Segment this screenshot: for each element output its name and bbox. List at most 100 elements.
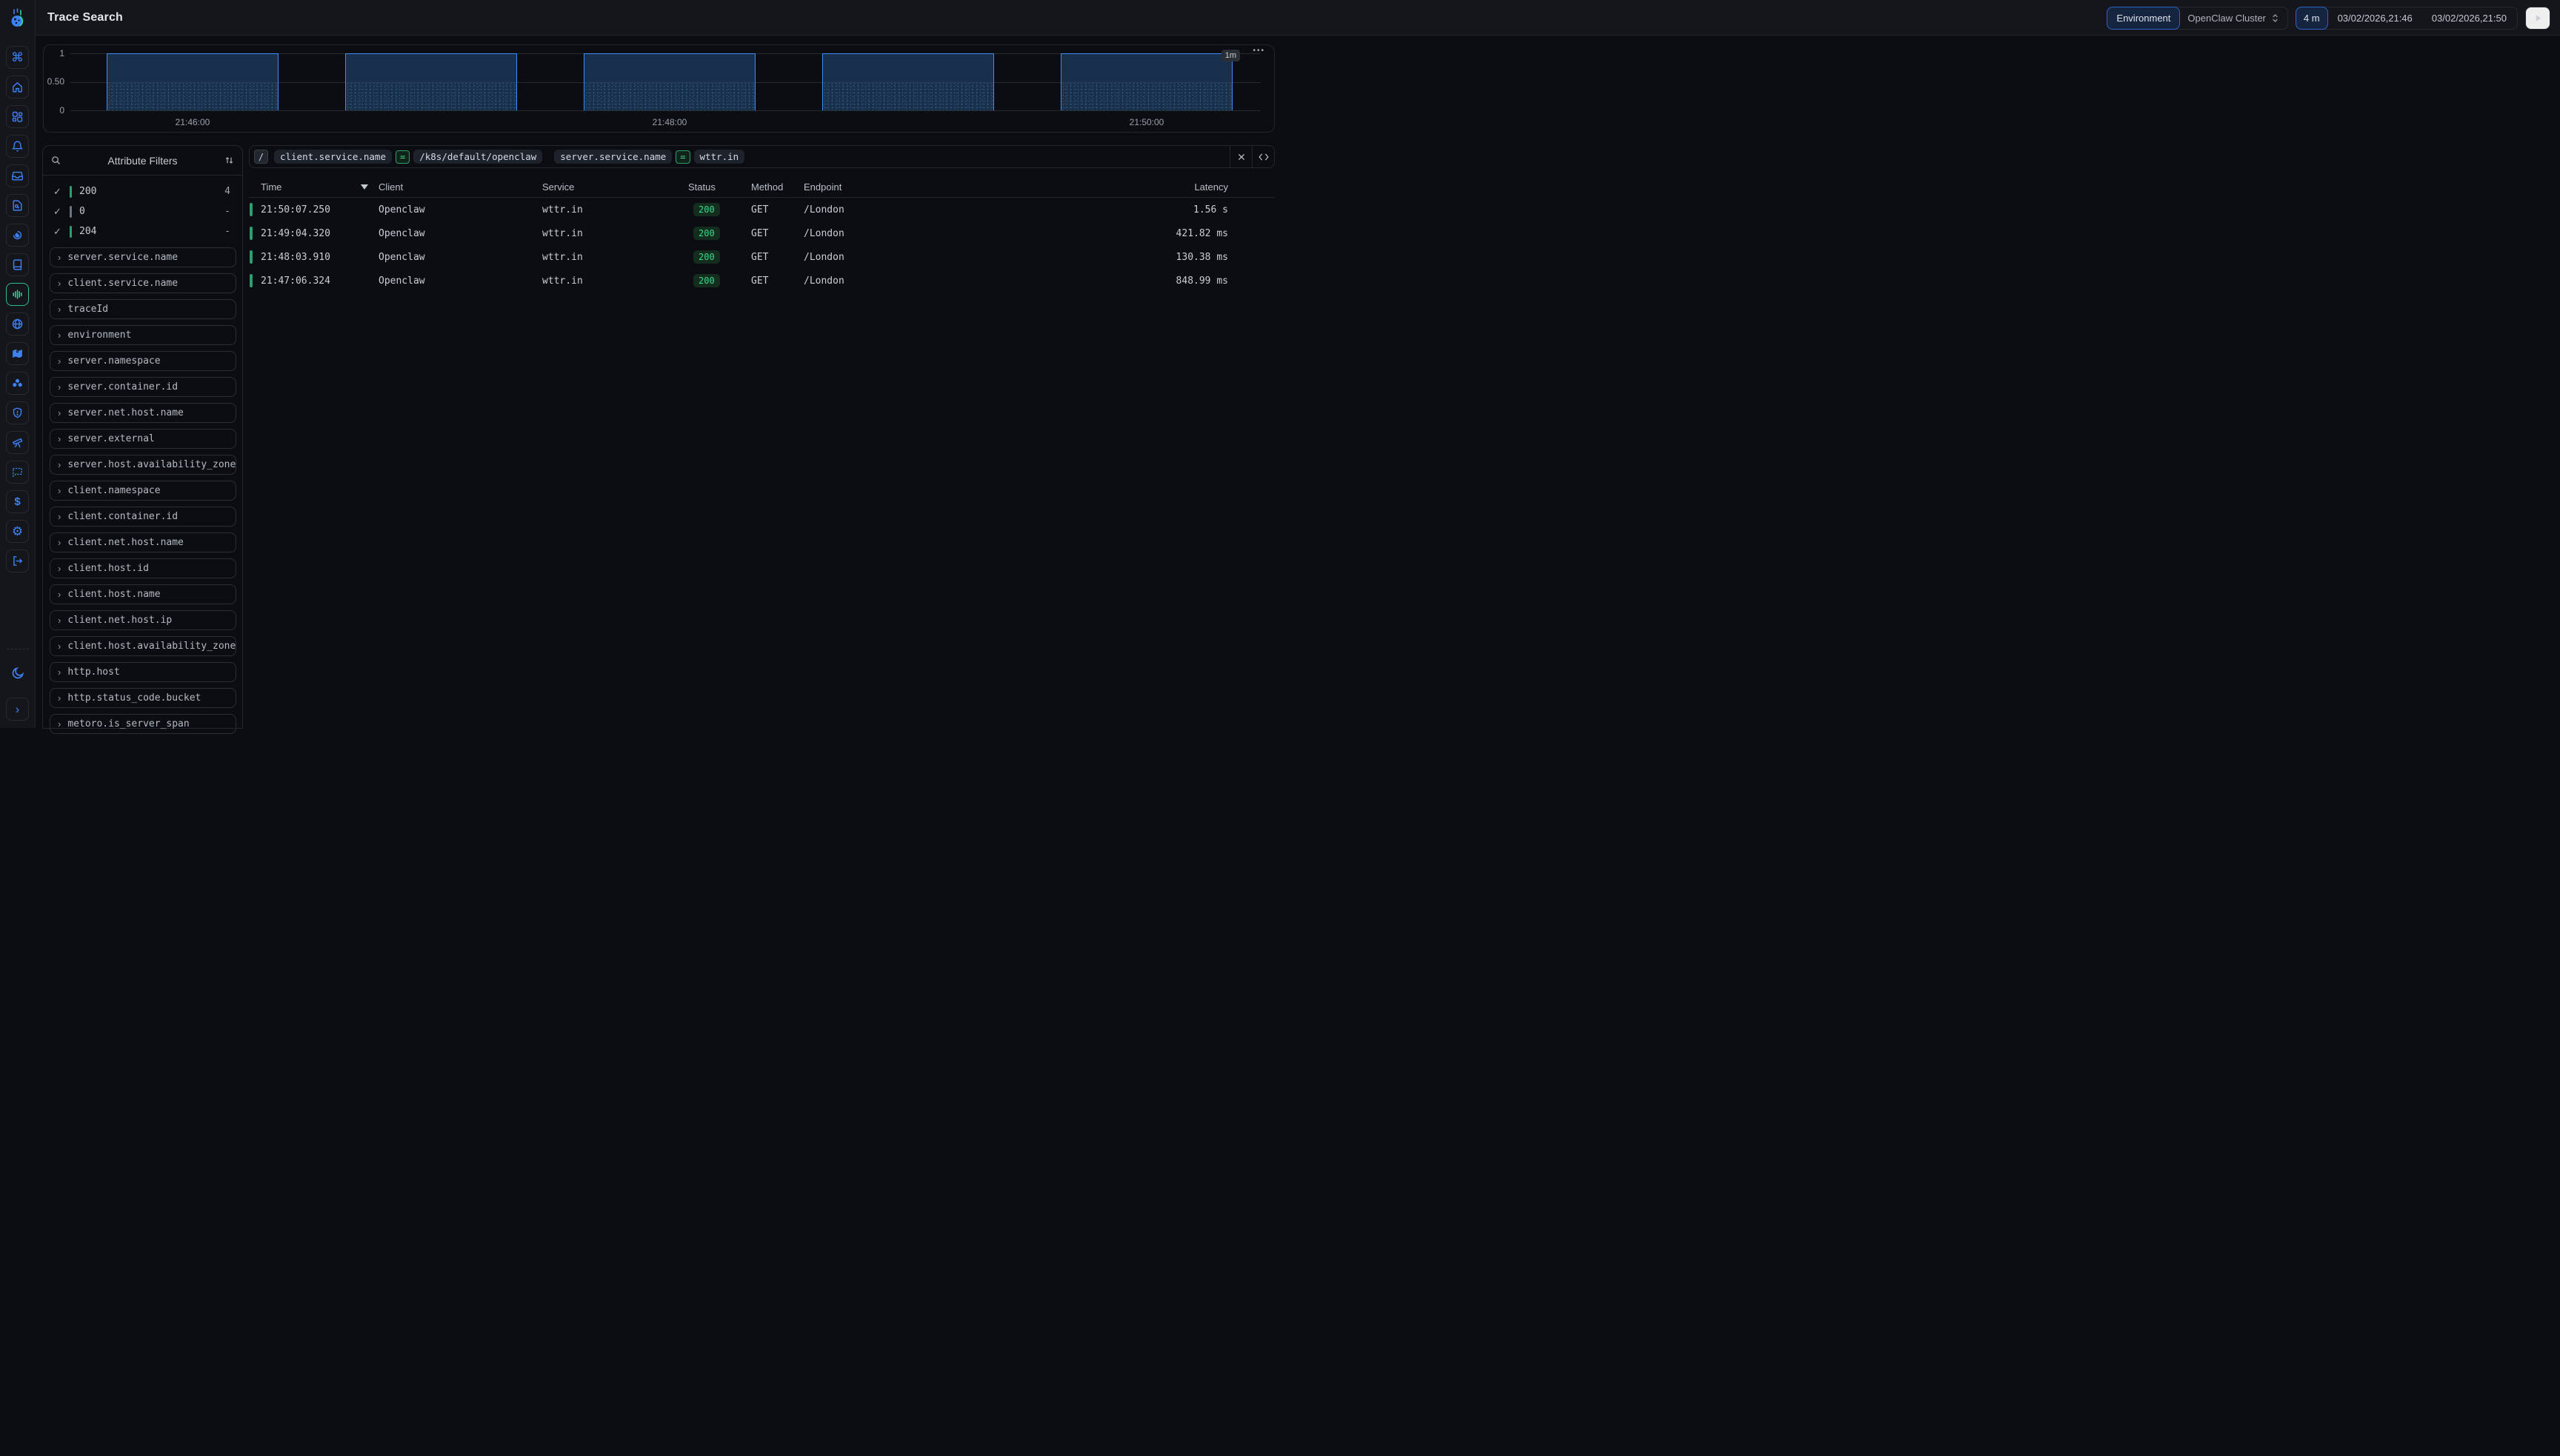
- app-logo[interactable]: [0, 0, 36, 36]
- checkbox-checked-icon[interactable]: [53, 186, 65, 198]
- attribute-filter-item[interactable]: server.container.id: [50, 377, 236, 397]
- attribute-filter-item[interactable]: client.container.id: [50, 507, 236, 527]
- sidebar-item-inbox[interactable]: [6, 164, 29, 187]
- cell-method: GET: [751, 204, 804, 216]
- cell-method: GET: [751, 228, 804, 239]
- attribute-filter-item[interactable]: environment: [50, 325, 236, 345]
- attribute-filter-item[interactable]: server.namespace: [50, 351, 236, 371]
- column-header-latency[interactable]: Latency: [1174, 181, 1275, 193]
- chart-bar[interactable]: [822, 53, 994, 110]
- attribute-filter-item[interactable]: client.service.name: [50, 273, 236, 293]
- clear-query-button[interactable]: [1230, 146, 1252, 167]
- query-filter-chip[interactable]: server.service.name = wttr.in: [554, 150, 744, 164]
- attribute-filter-item[interactable]: client.net.host.name: [50, 532, 236, 552]
- run-query-button[interactable]: [2525, 7, 2550, 30]
- cluster-select[interactable]: OpenClaw Cluster: [2179, 13, 2287, 24]
- attribute-filter-item[interactable]: metoro.is_server_span: [50, 714, 236, 734]
- sidebar-item-settings[interactable]: ⚙: [6, 520, 29, 543]
- sidebar-item-alerts[interactable]: [6, 135, 29, 158]
- meteor-logo-icon: [8, 8, 27, 27]
- status-filter-row[interactable]: 200 4: [43, 181, 242, 201]
- filter-field[interactable]: client.service.name: [274, 150, 392, 164]
- sidebar-item-globe[interactable]: [6, 313, 29, 335]
- checkbox-checked-icon[interactable]: [53, 206, 65, 218]
- gridline-bottom: [70, 110, 1261, 111]
- chart-bar[interactable]: [584, 53, 756, 110]
- attribute-name: server.container.id: [67, 381, 178, 393]
- chart-bar[interactable]: [1061, 53, 1233, 110]
- checkbox-checked-icon[interactable]: [53, 226, 65, 238]
- sidebar-item-costs[interactable]: $: [6, 490, 29, 513]
- attribute-filter-item[interactable]: client.host.availability_zone: [50, 636, 236, 656]
- attribute-filter-item[interactable]: http.status_code.bucket: [50, 688, 236, 708]
- trace-row[interactable]: 21:50:07.250 Openclaw wttr.in 200 GET /L…: [249, 198, 1275, 221]
- attribute-filter-item[interactable]: server.net.host.name: [50, 403, 236, 423]
- attribute-name: client.host.name: [67, 589, 160, 600]
- sidebar-item-logout[interactable]: [6, 550, 29, 572]
- sidebar-item-dashboards[interactable]: [6, 105, 29, 128]
- attribute-name: client.host.availability_zone: [67, 641, 236, 652]
- attribute-filter-item[interactable]: server.service.name: [50, 247, 236, 267]
- filter-value[interactable]: wttr.in: [694, 150, 745, 164]
- trace-row[interactable]: 21:49:04.320 Openclaw wttr.in 200 GET /L…: [249, 221, 1275, 245]
- attribute-filter-item[interactable]: client.host.name: [50, 584, 236, 604]
- chat-bubble-icon: [11, 466, 24, 478]
- filters-sort-button[interactable]: [224, 155, 235, 166]
- column-header-service[interactable]: Service: [542, 181, 688, 193]
- cell-status: 200: [688, 274, 751, 287]
- sidebar-item-docs[interactable]: [6, 253, 29, 276]
- trace-row[interactable]: 21:48:03.910 Openclaw wttr.in 200 GET /L…: [249, 245, 1275, 269]
- chart-bar[interactable]: [345, 53, 517, 110]
- interval-badge: 1m: [1221, 50, 1240, 61]
- logout-icon: [11, 555, 24, 567]
- filter-field[interactable]: server.service.name: [554, 150, 672, 164]
- sidebar-item-log-search[interactable]: [6, 194, 29, 217]
- attribute-filter-item[interactable]: traceId: [50, 299, 236, 319]
- status-filter-row[interactable]: 204 -: [43, 221, 242, 241]
- cell-time: 21:49:04.320: [261, 228, 379, 239]
- attribute-filter-item[interactable]: client.host.id: [50, 558, 236, 578]
- query-filter-chip[interactable]: client.service.name = /k8s/default/openc…: [274, 150, 542, 164]
- time-from[interactable]: 03/02/2026,21:46: [2338, 13, 2413, 24]
- time-range-shortcut[interactable]: 4 m: [2296, 7, 2328, 30]
- filter-operator[interactable]: =: [396, 150, 410, 164]
- sidebar-item-telescope[interactable]: [6, 431, 29, 454]
- attribute-filter-item[interactable]: client.namespace: [50, 481, 236, 501]
- filters-search-button[interactable]: [50, 155, 61, 166]
- status-filter-row[interactable]: 0 -: [43, 201, 242, 221]
- file-search-icon: [11, 199, 24, 212]
- sidebar-item-security[interactable]: [6, 401, 29, 424]
- column-header-method[interactable]: Method: [751, 181, 804, 193]
- sidebar-item-service-map[interactable]: [6, 342, 29, 365]
- attribute-filter-item[interactable]: http.host: [50, 662, 236, 682]
- time-to[interactable]: 03/02/2026,21:50: [2432, 13, 2507, 24]
- attribute-name: client.namespace: [67, 485, 160, 496]
- cell-method: GET: [751, 275, 804, 287]
- filter-value[interactable]: /k8s/default/openclaw: [413, 150, 542, 164]
- sidebar-item-home[interactable]: [6, 76, 29, 98]
- sidebar-expand-button[interactable]: ›: [6, 698, 29, 721]
- column-header-time[interactable]: Time: [261, 181, 379, 193]
- query-filter-chips: client.service.name = /k8s/default/openc…: [274, 150, 1230, 164]
- column-header-status[interactable]: Status: [688, 181, 751, 193]
- environment-label-chip[interactable]: Environment: [2107, 7, 2180, 30]
- sidebar-item-infrastructure[interactable]: [6, 372, 29, 395]
- sidebar-item-radar[interactable]: [6, 224, 29, 247]
- column-header-client[interactable]: Client: [379, 181, 542, 193]
- x-tick-label: 21:46:00: [176, 117, 210, 127]
- attribute-filter-item[interactable]: server.host.availability_zone: [50, 455, 236, 475]
- chart-ellipsis-menu[interactable]: [1253, 47, 1265, 55]
- trace-count-chart-panel: 10.500 21:46:0021:48:0021:50:00 1m: [43, 44, 1275, 133]
- trace-row[interactable]: 21:47:06.324 Openclaw wttr.in 200 GET /L…: [249, 269, 1275, 293]
- dark-mode-toggle[interactable]: [10, 666, 25, 683]
- code-view-button[interactable]: [1252, 146, 1274, 167]
- attribute-filter-item[interactable]: client.net.host.ip: [50, 610, 236, 630]
- filter-operator[interactable]: =: [676, 150, 690, 164]
- sidebar-item-command-palette[interactable]: ⌘: [6, 46, 29, 69]
- sidebar-item-trace-search[interactable]: [6, 283, 29, 306]
- sidebar-item-chat[interactable]: [6, 461, 29, 484]
- chart-bar[interactable]: [107, 53, 279, 110]
- query-bar[interactable]: / client.service.name = /k8s/default/ope…: [249, 145, 1275, 168]
- attribute-filter-item[interactable]: server.external: [50, 429, 236, 449]
- column-header-endpoint[interactable]: Endpoint: [804, 181, 1174, 193]
